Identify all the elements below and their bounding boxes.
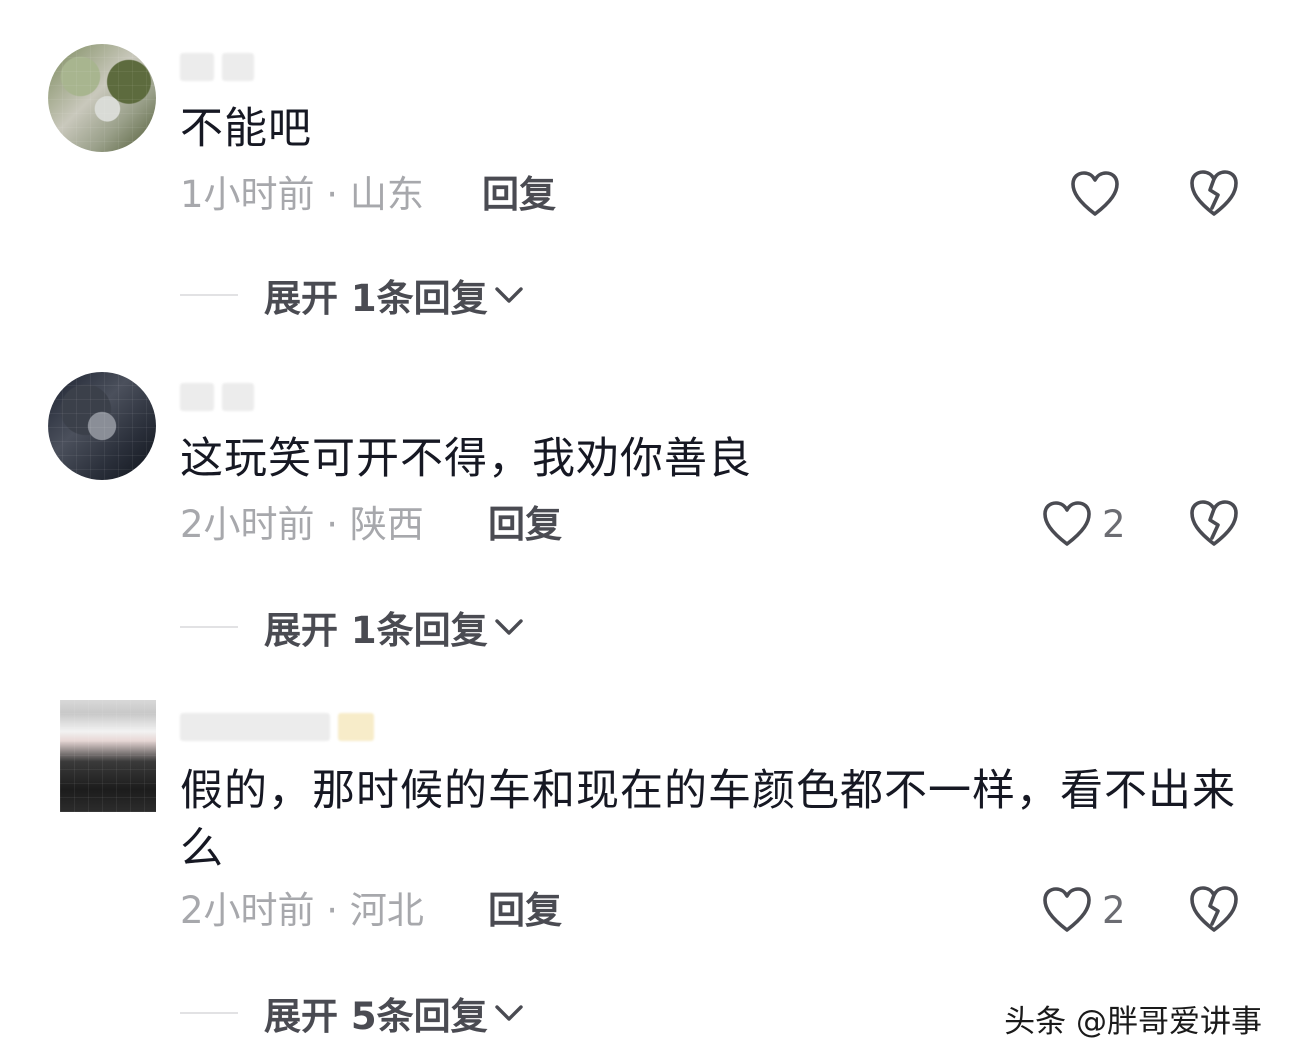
heart-outline-icon bbox=[1042, 500, 1092, 548]
expand-replies-button[interactable]: 展开 5条回复 bbox=[180, 988, 524, 1038]
dislike-button[interactable] bbox=[1188, 498, 1240, 550]
expand-replies-label: 展开 5条回复 bbox=[264, 995, 488, 1038]
broken-heart-icon bbox=[1188, 884, 1240, 934]
username-blurred[interactable] bbox=[180, 710, 374, 744]
heart-outline-icon bbox=[1070, 170, 1120, 218]
broken-heart-icon bbox=[1188, 168, 1240, 218]
like-count: 2 bbox=[1102, 888, 1126, 932]
chevron-down-icon bbox=[494, 617, 524, 641]
comment-meta: 2小时前 · 陕西 bbox=[180, 503, 424, 546]
like-button[interactable]: 2 bbox=[1042, 496, 1126, 552]
reply-button[interactable]: 回复 bbox=[488, 886, 562, 936]
expand-replies-label: 展开 1条回复 bbox=[264, 277, 488, 320]
username-blurred[interactable] bbox=[180, 380, 254, 414]
avatar[interactable] bbox=[60, 700, 156, 812]
like-button[interactable] bbox=[1070, 166, 1130, 222]
comment-meta: 1小时前 · 山东 bbox=[180, 173, 424, 216]
divider-line bbox=[180, 626, 238, 628]
dislike-button[interactable] bbox=[1188, 884, 1240, 936]
expand-replies-label: 展开 1条回复 bbox=[264, 609, 488, 652]
avatar[interactable] bbox=[48, 44, 156, 152]
avatar[interactable] bbox=[48, 372, 156, 480]
divider-line bbox=[180, 294, 238, 296]
reply-button[interactable]: 回复 bbox=[482, 170, 556, 220]
divider-line bbox=[180, 1012, 238, 1014]
reply-button[interactable]: 回复 bbox=[488, 500, 562, 550]
like-count: 2 bbox=[1102, 502, 1126, 546]
watermark: 头条 @胖哥爱讲事 bbox=[1004, 1004, 1262, 1040]
username-blurred[interactable] bbox=[180, 50, 254, 84]
broken-heart-icon bbox=[1188, 498, 1240, 548]
comment-text: 不能吧 bbox=[180, 104, 312, 154]
expand-replies-button[interactable]: 展开 1条回复 bbox=[180, 602, 524, 652]
dislike-button[interactable] bbox=[1188, 168, 1240, 220]
comment-text: 假的，那时候的车和现在的车颜色都不一样，看不出来么 bbox=[180, 766, 1236, 874]
comment-meta: 2小时前 · 河北 bbox=[180, 889, 424, 932]
expand-replies-button[interactable]: 展开 1条回复 bbox=[180, 270, 524, 320]
chevron-down-icon bbox=[494, 1003, 524, 1027]
like-button[interactable]: 2 bbox=[1042, 882, 1126, 938]
chevron-down-icon bbox=[494, 285, 524, 309]
heart-outline-icon bbox=[1042, 886, 1092, 934]
comment-text: 这玩笑可开不得，我劝你善良 bbox=[180, 434, 752, 484]
